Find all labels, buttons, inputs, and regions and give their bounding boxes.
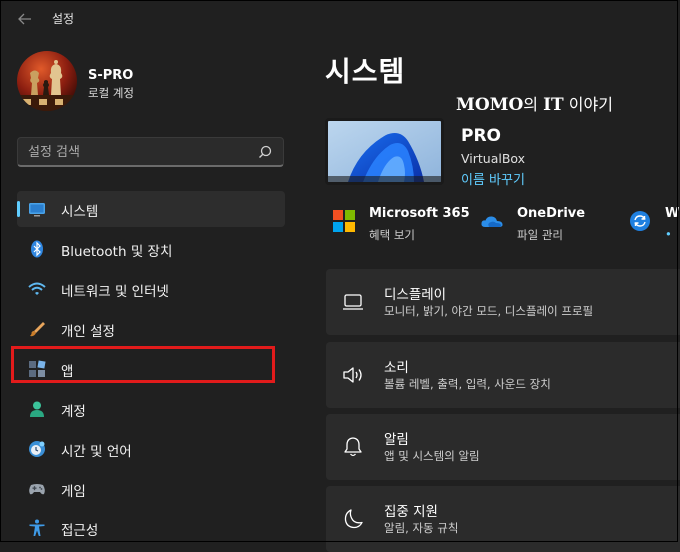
sidebar-item-label: 개인 설정 [61, 324, 115, 340]
card-title: 소리 [384, 360, 409, 376]
brush-icon [28, 320, 46, 338]
quick-link-title: W [665, 206, 680, 221]
quick-link-subtitle: • [665, 227, 672, 241]
quick-link-title: Microsoft 365 [369, 206, 470, 221]
device-name: PRO [461, 126, 502, 146]
quick-link-subtitle: 혜택 보기 [369, 228, 415, 242]
sidebar-item-gaming[interactable]: 게임 [17, 471, 285, 507]
onedrive-icon [481, 210, 503, 232]
card-subtitle: 알림, 자동 규칙 [384, 521, 459, 535]
sidebar-item-label: 접근성 [61, 523, 99, 539]
card-title: 디스플레이 [384, 287, 447, 303]
apps-highlight-box [11, 346, 275, 383]
sidebar-item-label: 시간 및 언어 [61, 444, 132, 460]
profile-account-type: 로컬 계정 [88, 86, 134, 100]
rename-link[interactable]: 이름 바꾸기 [461, 169, 525, 188]
quick-link-microsoft-365[interactable]: Microsoft 365 혜택 보기 [333, 206, 470, 246]
page-title: 시스템 [325, 55, 406, 88]
card-notifications[interactable]: 알림 앱 및 시스템의 알림 [326, 414, 680, 480]
sidebar-item-label: 네트워크 및 인터넷 [61, 284, 169, 300]
sidebar-item-label: 계정 [61, 404, 86, 420]
card-title: 알림 [384, 432, 409, 448]
gamepad-icon [28, 480, 46, 498]
accessibility-icon [28, 519, 46, 537]
card-subtitle: 볼륨 레벨, 출력, 입력, 사운드 장치 [384, 377, 551, 391]
active-indicator [17, 201, 20, 217]
watermark-suffix: 이야기 [563, 95, 613, 114]
card-display[interactable]: 디스플레이 모니터, 밝기, 야간 모드, 디스플레이 프로필 [326, 269, 680, 335]
device-wallpaper-thumbnail [325, 118, 444, 185]
wifi-icon [28, 280, 46, 298]
watermark-brand: MOMO [456, 95, 524, 115]
card-focus-assist[interactable]: 집중 지원 알림, 자동 규칙 [326, 486, 680, 552]
display-icon [342, 291, 364, 313]
system-icon [28, 200, 46, 218]
sidebar-item-accessibility[interactable]: 접근성 [17, 510, 285, 546]
quick-link-title: OneDrive [517, 206, 586, 221]
sidebar-item-system[interactable]: 시스템 [17, 191, 285, 227]
search-box[interactable] [17, 137, 284, 167]
sidebar-item-network[interactable]: 네트워크 및 인터넷 [17, 271, 285, 307]
microsoft-icon [333, 210, 355, 232]
quick-link-windows-update[interactable]: W • [629, 206, 680, 246]
title-bar: 설정 [0, 0, 680, 38]
back-arrow-icon[interactable] [16, 10, 34, 28]
profile-name: S-PRO [88, 68, 134, 83]
windows-update-icon [629, 210, 651, 232]
device-model: VirtualBox [461, 151, 526, 166]
sidebar-item-label: 시스템 [61, 204, 99, 220]
bell-icon [342, 436, 364, 458]
sidebar-item-label: Bluetooth 및 장치 [61, 244, 173, 260]
bluetooth-icon [28, 240, 46, 258]
time-language-icon [28, 440, 46, 458]
speaker-icon [342, 364, 364, 386]
avatar[interactable] [17, 51, 77, 111]
card-sound[interactable]: 소리 볼륨 레벨, 출력, 입력, 사운드 장치 [326, 342, 680, 408]
sidebar-item-label: 게임 [61, 484, 86, 500]
sidebar-item-accounts[interactable]: 계정 [17, 391, 285, 427]
card-subtitle: 앱 및 시스템의 알림 [384, 449, 480, 463]
sidebar-item-bluetooth[interactable]: Bluetooth 및 장치 [17, 231, 285, 267]
blog-watermark: MOMO의 IT 이야기 [456, 91, 613, 115]
quick-link-onedrive[interactable]: OneDrive 파일 관리 [481, 206, 601, 246]
card-title: 집중 지원 [384, 504, 438, 520]
sidebar-item-personalization[interactable]: 개인 설정 [17, 311, 285, 347]
account-icon [28, 400, 46, 418]
sidebar-item-time-language[interactable]: 시간 및 언어 [17, 431, 285, 467]
watermark-it: IT [543, 95, 564, 115]
moon-icon [342, 508, 364, 530]
window-title: 설정 [52, 12, 75, 26]
quick-link-subtitle: 파일 관리 [517, 228, 563, 242]
search-input[interactable] [28, 143, 248, 161]
watermark-connector: 의 [523, 95, 544, 114]
card-subtitle: 모니터, 밝기, 야간 모드, 디스플레이 프로필 [384, 304, 594, 318]
search-icon[interactable] [257, 144, 273, 160]
